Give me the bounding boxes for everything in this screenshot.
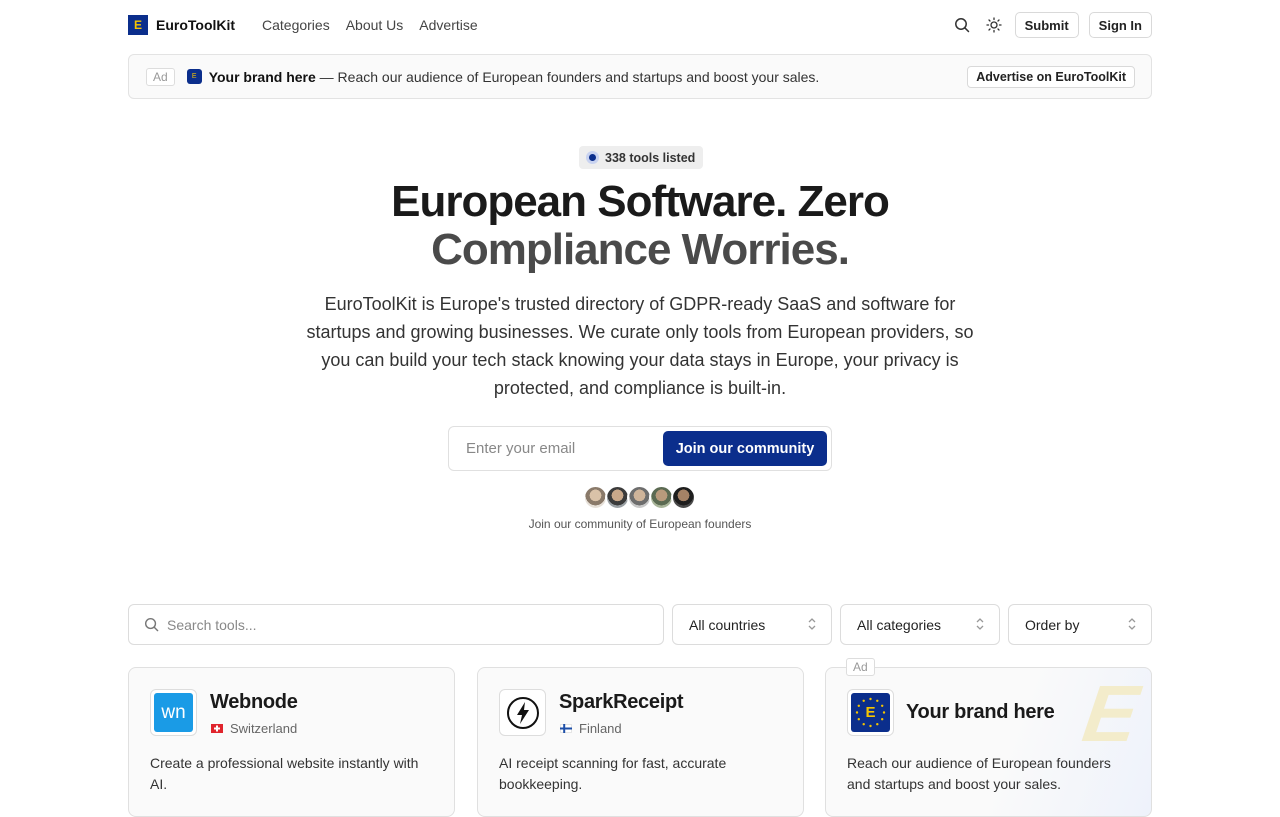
brand-logo[interactable]: E EuroToolKit — [128, 15, 235, 35]
hero-title-line2: Compliance Worries. — [431, 225, 850, 274]
category-select[interactable]: All categories — [840, 604, 1000, 645]
webnode-logo-mark: wn — [154, 693, 193, 732]
status-dot-icon — [586, 151, 599, 164]
ad-message: — Reach our audience of European founder… — [315, 68, 820, 85]
hero-title-line1: European Software. Zero — [391, 177, 890, 226]
tool-country: Finland — [560, 721, 622, 736]
search-icon — [144, 617, 159, 632]
ad-banner[interactable]: Ad E Your brand here — Reach our audienc… — [128, 54, 1152, 99]
tool-card-sparkreceipt[interactable]: SparkReceipt Finland AI receipt scanning… — [477, 667, 804, 817]
sign-in-button[interactable]: Sign In — [1088, 12, 1152, 38]
sparkreceipt-logo-icon — [499, 689, 546, 736]
header-actions: Submit Sign In — [951, 12, 1152, 38]
switzerland-flag-icon — [211, 724, 223, 733]
nav-advertise[interactable]: Advertise — [419, 17, 477, 33]
order-by-select-value: Order by — [1025, 616, 1080, 633]
tools-count-badge: 338 tools listed — [579, 146, 704, 169]
chevron-up-down-icon — [1127, 616, 1137, 632]
eu-brand-logo-icon: E — [847, 689, 894, 736]
newsletter-form: Join our community — [448, 426, 832, 471]
country-select-value: All countries — [689, 616, 766, 633]
advertise-cta-button[interactable]: Advertise on EuroToolKit — [967, 66, 1135, 88]
ad-brand-name: Your brand here — [208, 68, 316, 85]
webnode-logo-icon: wn — [150, 689, 197, 736]
tool-card-webnode[interactable]: wn Webnode Switzerland Create a professi… — [128, 667, 455, 817]
email-input[interactable] — [450, 428, 660, 469]
community-avatars — [583, 485, 696, 510]
logo-mark-icon: E — [128, 15, 148, 35]
eu-logo-mark: E — [851, 693, 890, 732]
tool-search-box — [128, 604, 664, 645]
nav-categories[interactable]: Categories — [262, 17, 330, 33]
ad-label-badge: Ad — [846, 658, 875, 676]
finland-flag-icon — [560, 724, 572, 733]
theme-toggle-sun-icon[interactable] — [983, 12, 1005, 38]
ad-label-badge: Ad — [146, 67, 175, 86]
main-nav: Categories About Us Advertise — [262, 17, 478, 33]
tool-description: AI receipt scanning for fast, accurate b… — [499, 755, 727, 792]
chevron-up-down-icon — [975, 616, 985, 632]
tool-country-name: Switzerland — [230, 721, 298, 736]
decorative-e-watermark: E — [1077, 669, 1144, 758]
tool-name: SparkReceipt — [559, 691, 684, 713]
search-icon[interactable] — [951, 12, 973, 38]
order-by-select[interactable]: Order by — [1008, 604, 1152, 645]
hero-description: EuroToolKit is Europe's trusted director… — [306, 294, 974, 398]
ad-brand-logo-icon: E — [186, 69, 202, 84]
tool-name: Webnode — [210, 691, 298, 713]
ad-card-your-brand[interactable]: E E Your brand here Reach our audience o… — [825, 667, 1152, 817]
ad-banner-text: Your brand here — Reach our audience of … — [209, 69, 820, 85]
hero-title: European Software. Zero Compliance Worri… — [340, 178, 940, 274]
submit-button[interactable]: Submit — [1014, 12, 1079, 38]
ad-description: Reach our audience of European founders … — [847, 755, 1111, 792]
avatar — [671, 485, 696, 510]
chevron-up-down-icon — [807, 616, 817, 632]
tool-country: Switzerland — [211, 721, 297, 736]
country-select[interactable]: All countries — [672, 604, 832, 645]
top-navbar: E EuroToolKit Categories About Us Advert… — [0, 0, 1280, 50]
tools-count-text: 338 tools listed — [605, 150, 696, 165]
join-community-button[interactable]: Join our community — [663, 431, 827, 466]
search-tools-input[interactable] — [167, 616, 647, 633]
brand-name: EuroToolKit — [156, 17, 236, 33]
eu-logo-letter: E — [865, 704, 876, 721]
category-select-value: All categories — [857, 616, 942, 633]
ad-brand-name: Your brand here — [906, 701, 1055, 723]
community-caption: Join our community of European founders — [528, 517, 752, 531]
tool-description: Create a professional website instantly … — [150, 755, 419, 792]
nav-about-us[interactable]: About Us — [346, 17, 404, 33]
tool-country-name: Finland — [579, 721, 622, 736]
